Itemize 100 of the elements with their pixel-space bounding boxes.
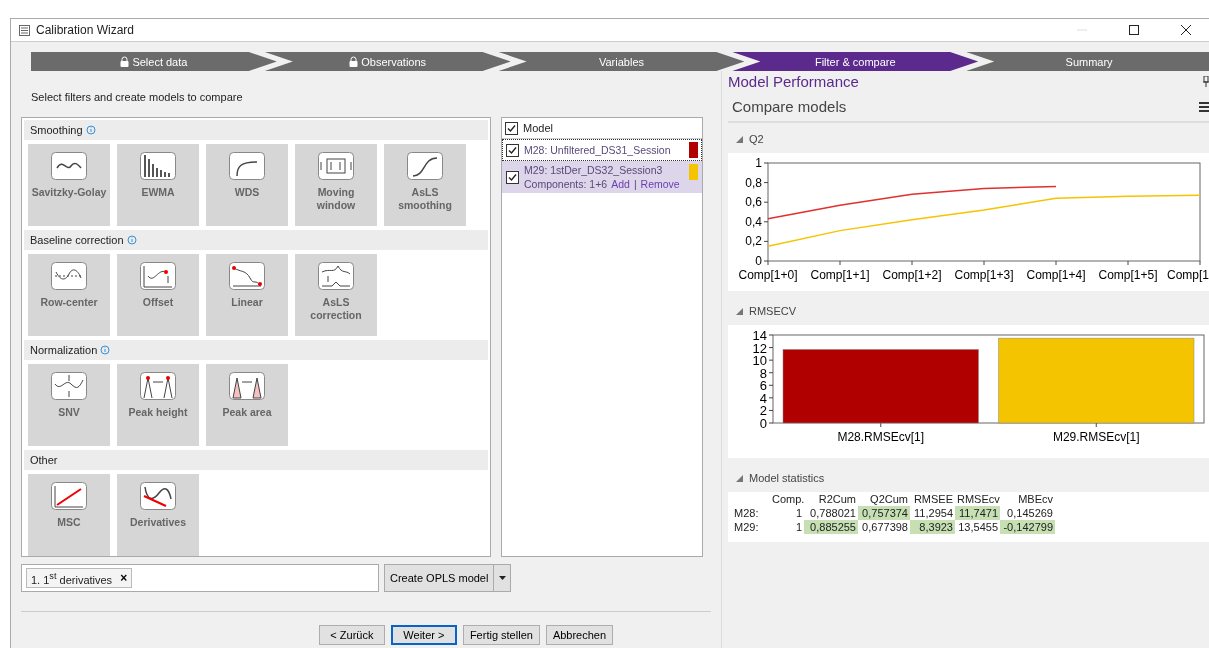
checkbox[interactable] — [506, 170, 519, 184]
model-name: M28: Unfiltered_DS31_Session — [524, 144, 672, 156]
table-cell-text: 11,2954 — [913, 506, 954, 520]
x-tick-label: Comp[1+2] — [882, 268, 942, 282]
collapse-caret-icon — [736, 135, 743, 143]
filter-tile[interactable]: Peak area — [206, 364, 288, 446]
row-link[interactable]: Remove — [640, 178, 680, 190]
numbered-window-icon — [318, 152, 354, 180]
peak-baseline-icon — [318, 262, 354, 290]
linear-baseline-icon — [229, 262, 265, 290]
x-tick-label: M29.RMSEcv[1] — [1052, 430, 1140, 444]
wizard-button[interactable]: Abbrechen — [545, 625, 614, 645]
table-cell-text: 1 — [794, 520, 803, 534]
y-tick-label: 0,4 — [745, 214, 763, 229]
filter-tile[interactable]: AsLS correction — [295, 254, 377, 336]
table-cell: -0,142799 — [1000, 520, 1055, 534]
table-cell-text: 0,788021 — [809, 506, 857, 520]
table-cell: 0,885255 — [804, 520, 858, 534]
table-cell: 8,3923 — [910, 520, 955, 534]
filter-tile[interactable]: WDS — [206, 144, 288, 226]
wizard-button[interactable]: Fertig stellen — [462, 625, 540, 645]
y-tick-label: 12 — [752, 340, 774, 356]
collapse-caret-icon — [736, 474, 743, 482]
y-tick-label: 0,2 — [745, 234, 769, 249]
filter-tile[interactable]: MSC — [28, 474, 110, 556]
x-tick-label: Comp[1+0] — [738, 268, 798, 282]
x-tick-label: Comp[1+1] — [810, 268, 870, 282]
filter-tile[interactable]: Linear — [206, 254, 288, 336]
filter-tile[interactable]: Peak height — [117, 364, 199, 446]
link-separator: | — [633, 178, 637, 190]
filter-tile[interactable]: SNV — [28, 364, 110, 446]
filter-tile[interactable]: Moving window — [295, 144, 377, 226]
column-header: Q2Cum — [869, 492, 909, 506]
row-link[interactable]: Add — [611, 178, 630, 190]
tag-text: 1. 1$^{st}$ derivatives — [31, 570, 113, 586]
bar-chart-icon — [140, 152, 176, 180]
scaled-wave-icon — [51, 372, 87, 400]
x-tick-label: Comp[1+4] — [1026, 268, 1086, 282]
model-row[interactable]: M28: Unfiltered_DS31_Session — [502, 139, 702, 161]
x-tick-label: M28.RMSEcv[1] — [837, 430, 925, 444]
panel-subtitle: Compare models — [732, 98, 847, 115]
y-tick-label: 0,6 — [745, 195, 769, 210]
checkbox[interactable] — [505, 121, 518, 135]
remove-tag-button[interactable]: × — [120, 571, 128, 585]
filter-tile[interactable]: Offset — [117, 254, 199, 336]
x-tick-label: Comp[1+5] — [1098, 268, 1158, 282]
table-cell: 0,757374 — [858, 506, 910, 520]
section-title: RMSECV — [749, 305, 797, 317]
y-tick-label: 2 — [759, 403, 767, 419]
window-title: Calibration Wizard — [36, 23, 136, 37]
row-label: M28: — [734, 506, 760, 520]
model-row[interactable]: M29: 1stDer_DS32_Session3 Components: 1+6 Add | Remove — [502, 161, 702, 193]
y-tick-label: 0,8 — [745, 175, 769, 190]
table-cell-text: 0,677398 — [861, 520, 909, 534]
wizard-step[interactable]: Summary — [966, 52, 1209, 71]
maximize-icon — [1129, 25, 1139, 35]
y-tick-label: 1 — [755, 156, 769, 170]
pin-icon[interactable] — [1203, 76, 1209, 87]
column-header: Model — [523, 122, 553, 134]
model-name: M29: 1stDer_DS32_Session3 — [524, 164, 664, 176]
table-cell: 11,7471 — [955, 506, 1000, 520]
wizard-button[interactable]: Weiter > — [390, 625, 457, 645]
diagonal-line-icon — [51, 482, 87, 510]
y-tick-label: 0,4 — [745, 214, 769, 229]
filter-chain-field[interactable]: 1. 1$^{st}$ derivatives × — [21, 564, 379, 592]
close-icon — [1181, 25, 1191, 35]
filter-tile[interactable]: Derivatives — [117, 474, 199, 556]
column-header: Comp. — [771, 492, 804, 506]
curve-icon — [229, 152, 265, 180]
y-tick-label: 14 — [752, 328, 774, 343]
wizard-step[interactable]: Filter & compare — [732, 52, 979, 71]
menu-icon[interactable] — [1199, 100, 1209, 113]
y-tick-label: 1 — [755, 156, 763, 170]
y-tick-label: 12 — [752, 340, 767, 356]
x-tick-label: Comp[1+3] — [954, 268, 1014, 282]
y-tick-label: 0 — [759, 416, 774, 431]
column-header: RMSEE — [912, 492, 954, 506]
collapse-caret-icon — [736, 307, 743, 315]
row-label: M29: — [734, 520, 760, 534]
filter-tile[interactable]: Savitzky-Golay — [28, 144, 110, 226]
y-tick-label: 2 — [759, 403, 774, 419]
group-title: Smoothing — [30, 124, 83, 136]
table-cell-text: 13,5455 — [957, 520, 999, 534]
filter-tile[interactable]: AsLS smoothing — [384, 144, 466, 226]
tangent-curve-icon — [140, 482, 176, 510]
create-model-button[interactable]: Create OPLS model — [385, 565, 495, 591]
filter-tile[interactable]: EWMA — [117, 144, 199, 226]
y-tick-label: 0 — [759, 416, 767, 431]
group-title: Baseline correction — [30, 234, 124, 246]
table-cell-text: 0,145269 — [1006, 506, 1054, 520]
section-title: Q2 — [749, 133, 764, 145]
column-header: R2Cum — [817, 492, 857, 506]
filter-tile[interactable]: Row-center — [28, 254, 110, 336]
wizard-button[interactable]: < Zurück — [318, 625, 385, 645]
peak-area-icon — [229, 372, 265, 400]
checkbox[interactable] — [506, 143, 519, 157]
wizard-step[interactable]: Select data — [31, 52, 277, 71]
caret-icon — [498, 576, 506, 580]
group-title: Other — [30, 454, 58, 466]
section-title: Model statistics — [749, 472, 825, 484]
